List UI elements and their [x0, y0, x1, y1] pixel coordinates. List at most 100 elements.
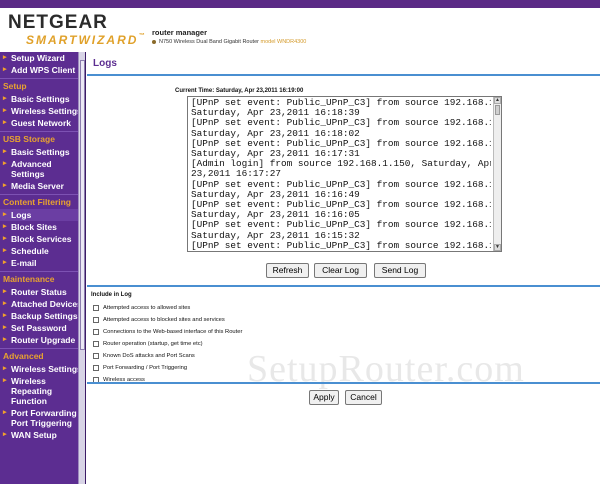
log-option-label: Attempted access to blocked sites and se… [103, 317, 225, 323]
arrow-right-icon: ▸ [3, 377, 7, 384]
include-in-log-title: Include in Log [91, 292, 132, 298]
log-scrollbar[interactable]: ▲ ▼ [493, 97, 501, 251]
product-line2: N750 Wireless Dual Band Gigabit Router m… [152, 39, 306, 45]
watermark: SetupRouter.com [247, 348, 525, 390]
sidebar-item-label: Advanced Settings [11, 159, 52, 179]
scroll-down-arrow-icon[interactable]: ▼ [494, 244, 501, 251]
refresh-button[interactable]: Refresh [266, 263, 309, 278]
bullet-icon [152, 39, 156, 44]
sidebar-item[interactable]: ▸ Router Upgrade [0, 334, 85, 346]
nav-section-header: Setup [0, 78, 85, 93]
sidebar-item-label: E-mail [11, 258, 37, 268]
sidebar-scroll-thumb[interactable] [80, 60, 85, 350]
log-option-label: Router operation (startup, get time etc) [103, 341, 203, 347]
sidebar-item-label: Add WPS Client [11, 65, 76, 75]
sidebar-item[interactable]: ▸ Add WPS Client [0, 64, 85, 76]
arrow-right-icon: ▸ [3, 95, 7, 102]
arrow-right-icon: ▸ [3, 409, 7, 416]
log-option-checkbox[interactable] [93, 365, 99, 371]
log-text: [UPnP set event: Public_UPnP_C3] from so… [188, 97, 491, 251]
options-divider [87, 285, 600, 287]
arrow-right-icon: ▸ [3, 160, 7, 167]
log-scroll-thumb[interactable] [495, 105, 500, 115]
sidebar-item-label: Port Forwarding / Port Triggering [11, 408, 82, 428]
sidebar-item[interactable]: ▸ Basic Settings [0, 146, 85, 158]
sidebar-scrollbar[interactable] [78, 52, 85, 484]
clear-log-button[interactable]: Clear Log [314, 263, 367, 278]
sidebar-item[interactable]: ▸ Wireless Repeating Function [0, 375, 85, 407]
brand-subtitle: SMARTWIZARD™ [26, 33, 147, 47]
sidebar-item[interactable]: ▸ Logs [0, 209, 85, 221]
log-option: Port Forwarding / Port Triggering [93, 365, 187, 371]
sidebar-item[interactable]: ▸ Basic Settings [0, 93, 85, 105]
sidebar-item[interactable]: ▸ Media Server [0, 180, 85, 192]
log-option: Router operation (startup, get time etc) [93, 341, 203, 347]
sidebar-item[interactable]: ▸ Wireless Settings [0, 363, 85, 375]
apply-button[interactable]: Apply [309, 390, 339, 405]
netgear-logo: NETGEAR SMARTWIZARD™ [8, 12, 148, 50]
sidebar-item[interactable]: ▸ Advanced Settings [0, 158, 85, 180]
sidebar-item-label: Setup Wizard [11, 53, 65, 63]
sidebar-item-label: Set Password [11, 323, 67, 333]
arrow-right-icon: ▸ [3, 336, 7, 343]
sidebar-item-label: Guest Network [11, 118, 71, 128]
nav-section-header: Advanced [0, 348, 85, 363]
product-line1: router manager [152, 28, 208, 37]
sidebar-item[interactable]: ▸ Backup Settings [0, 310, 85, 322]
brand-name: NETGEAR [8, 12, 108, 33]
cancel-button[interactable]: Cancel [345, 390, 382, 405]
sidebar-item[interactable]: ▸ Attached Devices [0, 298, 85, 310]
sidebar-item-label: Media Server [11, 181, 64, 191]
log-option-label: Known DoS attacks and Port Scans [103, 353, 195, 359]
page-title: Logs [93, 58, 117, 69]
sidebar-item-label: WAN Setup [11, 430, 57, 440]
send-log-button[interactable]: Send Log [374, 263, 426, 278]
arrow-right-icon: ▸ [3, 247, 7, 254]
sidebar-item[interactable]: ▸ Wireless Settings [0, 105, 85, 117]
sidebar-item[interactable]: ▸ Block Sites [0, 221, 85, 233]
sidebar-item-label: Logs [11, 210, 32, 220]
sidebar-item[interactable]: ▸ Block Services [0, 233, 85, 245]
log-option-checkbox[interactable] [93, 329, 99, 335]
arrow-right-icon: ▸ [3, 365, 7, 372]
title-divider [87, 74, 600, 76]
sidebar-item[interactable]: ▸ Schedule [0, 245, 85, 257]
log-option-label: Attempted access to allowed sites [103, 305, 191, 311]
sidebar-item[interactable]: ▸ Set Password [0, 322, 85, 334]
current-time: Current Time: Saturday, Apr 23,2011 16:1… [175, 88, 304, 94]
log-option-checkbox[interactable] [93, 353, 99, 359]
arrow-right-icon: ▸ [3, 259, 7, 266]
sidebar-item[interactable]: ▸ Port Forwarding / Port Triggering [0, 407, 85, 429]
log-option: Attempted access to allowed sites [93, 305, 190, 311]
log-line: [UPnP set event: Public_UPnP_C3] from so… [191, 239, 491, 251]
arrow-right-icon: ▸ [3, 300, 7, 307]
sidebar-item-label: Basic Settings [11, 147, 70, 157]
sidebar-item-label: Block Services [11, 234, 72, 244]
sidebar-item-label: Wireless Settings [11, 364, 82, 374]
sidebar-item[interactable]: ▸ E-mail [0, 257, 85, 269]
log-option-checkbox[interactable] [93, 305, 99, 311]
sidebar-item[interactable]: ▸ Setup Wizard [0, 52, 85, 64]
main-content: Logs Current Time: Saturday, Apr 23,2011… [87, 52, 600, 484]
scroll-up-arrow-icon[interactable]: ▲ [494, 97, 501, 104]
arrow-right-icon: ▸ [3, 324, 7, 331]
sidebar-item-label: Wireless Settings [11, 106, 82, 116]
log-option: Attempted access to blocked sites and se… [93, 317, 225, 323]
sidebar-item[interactable]: ▸ Router Status [0, 286, 85, 298]
arrow-right-icon: ▸ [3, 288, 7, 295]
arrow-right-icon: ▸ [3, 148, 7, 155]
log-option: Connections to the Web-based interface o… [93, 329, 242, 335]
log-option-label: Connections to the Web-based interface o… [103, 329, 243, 335]
nav-section-header: Content Filtering [0, 194, 85, 209]
sidebar-item[interactable]: ▸ WAN Setup [0, 429, 85, 441]
sidebar-item[interactable]: ▸ Guest Network [0, 117, 85, 129]
arrow-right-icon: ▸ [3, 54, 7, 61]
log-textarea[interactable]: [UPnP set event: Public_UPnP_C3] from so… [187, 96, 502, 252]
bottom-divider [87, 382, 600, 384]
arrow-right-icon: ▸ [3, 223, 7, 230]
log-option-checkbox[interactable] [93, 341, 99, 347]
sidebar-item-label: Backup Settings [11, 311, 78, 321]
log-option-checkbox[interactable] [93, 317, 99, 323]
arrow-right-icon: ▸ [3, 211, 7, 218]
sidebar-item-label: Basic Settings [11, 94, 70, 104]
